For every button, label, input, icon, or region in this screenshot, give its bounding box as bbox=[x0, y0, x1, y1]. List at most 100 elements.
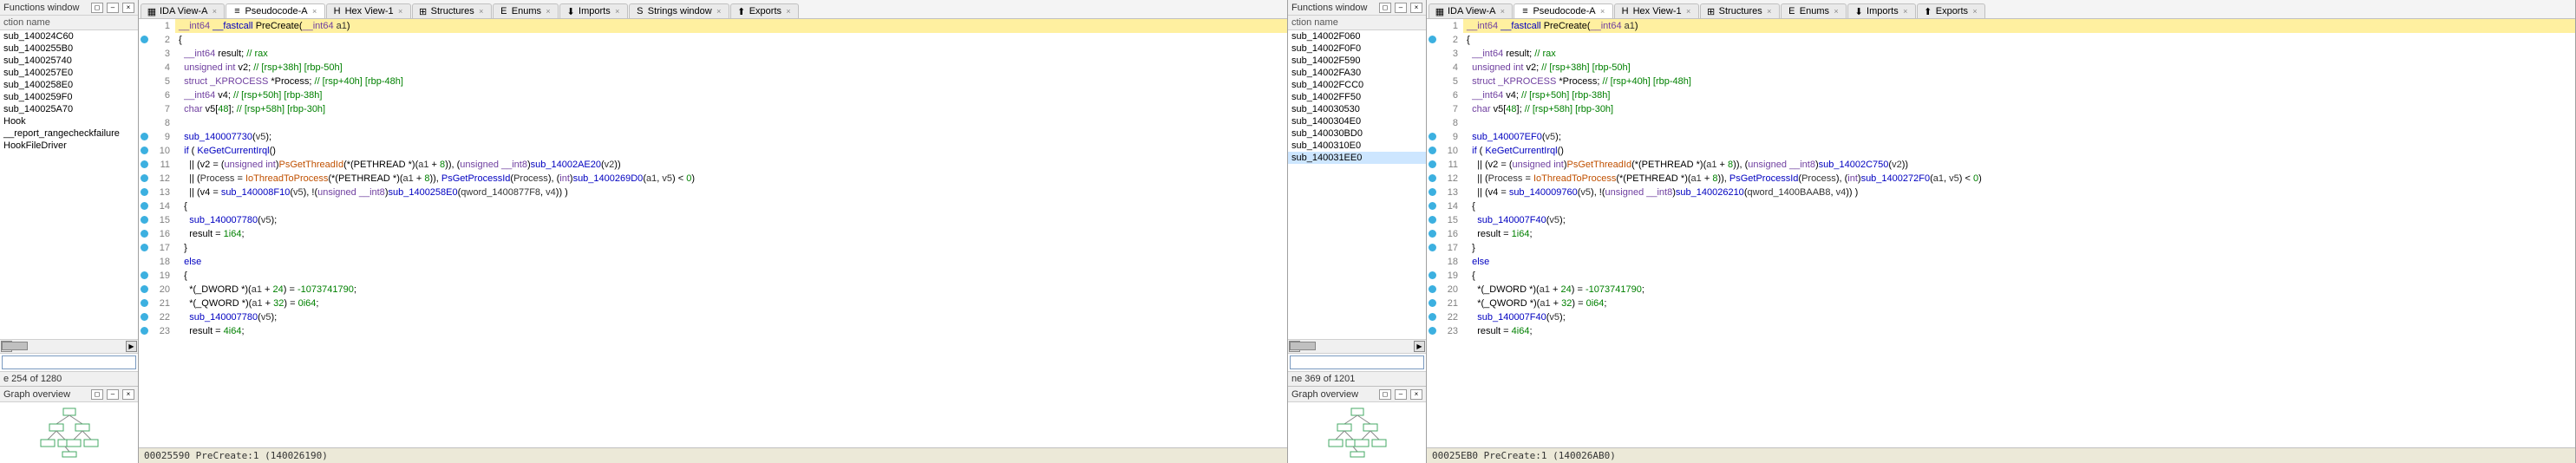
code-text[interactable]: sub_140007780(v5); bbox=[175, 213, 1287, 227]
gutter[interactable]: 12 bbox=[1427, 172, 1463, 186]
tab-close-icon[interactable]: × bbox=[613, 7, 622, 16]
function-row[interactable]: sub_1400257E0 bbox=[0, 67, 138, 79]
code-text[interactable]: result = 4i64; bbox=[1463, 324, 2575, 338]
gutter[interactable]: 19 bbox=[139, 269, 175, 283]
code-line[interactable]: 19 { bbox=[139, 269, 1287, 283]
gutter[interactable]: 10 bbox=[1427, 144, 1463, 158]
gutter[interactable]: 1 bbox=[139, 19, 175, 33]
code-text[interactable] bbox=[1463, 116, 2575, 130]
gutter[interactable]: 1 bbox=[1427, 19, 1463, 33]
gutter[interactable]: 23 bbox=[139, 324, 175, 338]
gutter[interactable]: 11 bbox=[1427, 158, 1463, 172]
function-row[interactable]: __report_rangecheckfailure bbox=[0, 127, 138, 140]
code-text[interactable]: sub_140007780(v5); bbox=[175, 310, 1287, 324]
scroll-thumb[interactable] bbox=[2, 342, 28, 350]
code-line[interactable]: 8 bbox=[139, 116, 1287, 130]
tab-close-icon[interactable]: × bbox=[1901, 7, 1910, 16]
tab-ida-view-a[interactable]: ▦IDA View-A× bbox=[141, 3, 225, 18]
code-line[interactable]: 11 || (v2 = (unsigned int)PsGetThreadId(… bbox=[139, 158, 1287, 172]
function-row[interactable]: sub_14002FA30 bbox=[1288, 67, 1426, 79]
gutter[interactable]: 7 bbox=[139, 102, 175, 116]
code-text[interactable]: || (Process = IoThreadToProcess(*(PETHRE… bbox=[1463, 172, 2575, 186]
breakpoint-icon[interactable] bbox=[141, 271, 148, 279]
code-line[interactable]: 13 || (v4 = sub_140008F10(v5), !(unsigne… bbox=[139, 186, 1287, 199]
code-text[interactable]: *(_QWORD *)(a1 + 32) = 0i64; bbox=[175, 297, 1287, 310]
code-line[interactable]: 21 *(_QWORD *)(a1 + 32) = 0i64; bbox=[139, 297, 1287, 310]
code-line[interactable]: 20 *(_DWORD *)(a1 + 24) = -1073741790; bbox=[1427, 283, 2575, 297]
code-text[interactable]: __int64 v4; // [rsp+50h] [rbp-38h] bbox=[1463, 88, 2575, 102]
code-line[interactable]: 19 { bbox=[1427, 269, 2575, 283]
function-list-header[interactable]: ction name bbox=[0, 16, 138, 30]
close-icon[interactable]: × bbox=[1410, 3, 1422, 13]
function-row[interactable]: sub_1400259F0 bbox=[0, 91, 138, 103]
function-row[interactable]: HookFileDriver bbox=[0, 140, 138, 152]
tab-strings-window[interactable]: SStrings window× bbox=[629, 3, 729, 18]
gutter[interactable]: 2 bbox=[139, 33, 175, 47]
tab-exports[interactable]: ⬆Exports× bbox=[1917, 3, 1985, 18]
function-row[interactable]: sub_140024C60 bbox=[0, 30, 138, 42]
tab-pseudocode-a[interactable]: ≡Pseudocode-A× bbox=[1514, 3, 1612, 18]
tab-structures[interactable]: ⊞Structures× bbox=[1700, 3, 1780, 18]
code-text[interactable]: sub_140007730(v5); bbox=[175, 130, 1287, 144]
breakpoint-icon[interactable] bbox=[1429, 36, 1436, 43]
code-line[interactable]: 10 if ( KeGetCurrentIrql() bbox=[1427, 144, 2575, 158]
function-row[interactable]: sub_1400258E0 bbox=[0, 79, 138, 91]
gutter[interactable]: 3 bbox=[1427, 47, 1463, 61]
gutter[interactable]: 12 bbox=[139, 172, 175, 186]
code-text[interactable]: if ( KeGetCurrentIrql() bbox=[175, 144, 1287, 158]
function-row[interactable]: sub_1400255B0 bbox=[0, 42, 138, 55]
gutter[interactable]: 14 bbox=[139, 199, 175, 213]
gutter[interactable]: 17 bbox=[139, 241, 175, 255]
code-text[interactable]: *(_DWORD *)(a1 + 24) = -1073741790; bbox=[175, 283, 1287, 297]
gutter[interactable]: 20 bbox=[1427, 283, 1463, 297]
code-text[interactable]: result = 4i64; bbox=[175, 324, 1287, 338]
code-line[interactable]: 6 __int64 v4; // [rsp+50h] [rbp-38h] bbox=[1427, 88, 2575, 102]
code-line[interactable]: 16 result = 1i64; bbox=[1427, 227, 2575, 241]
hscrollbar[interactable]: ◀ ▶ bbox=[0, 339, 138, 353]
code-line[interactable]: 2{ bbox=[1427, 33, 2575, 47]
function-search-input[interactable] bbox=[1290, 355, 1424, 369]
tab-exports[interactable]: ⬆Exports× bbox=[730, 3, 799, 18]
gutter[interactable]: 11 bbox=[139, 158, 175, 172]
gutter[interactable]: 19 bbox=[1427, 269, 1463, 283]
code-text[interactable]: { bbox=[175, 33, 1287, 47]
tab-close-icon[interactable]: × bbox=[311, 7, 319, 16]
code-text[interactable]: || (v2 = (unsigned int)PsGetThreadId(*(P… bbox=[175, 158, 1287, 172]
undock-icon[interactable]: ◻ bbox=[91, 389, 103, 400]
code-line[interactable]: 5 struct _KPROCESS *Process; // [rsp+40h… bbox=[139, 75, 1287, 88]
tab-strip[interactable]: ▦IDA View-A×≡Pseudocode-A×HHex View-1×⊞S… bbox=[1427, 0, 2575, 19]
code-line[interactable]: 3 __int64 result; // rax bbox=[139, 47, 1287, 61]
code-line[interactable]: 15 sub_140007F40(v5); bbox=[1427, 213, 2575, 227]
tab-close-icon[interactable]: × bbox=[1765, 7, 1774, 16]
gutter[interactable]: 6 bbox=[1427, 88, 1463, 102]
tab-close-icon[interactable]: × bbox=[210, 7, 219, 16]
gutter[interactable]: 15 bbox=[139, 213, 175, 227]
tab-structures[interactable]: ⊞Structures× bbox=[412, 3, 492, 18]
breakpoint-icon[interactable] bbox=[1429, 327, 1436, 335]
gutter[interactable]: 5 bbox=[139, 75, 175, 88]
function-list-header[interactable]: ction name bbox=[1288, 16, 1426, 30]
breakpoint-icon[interactable] bbox=[1429, 285, 1436, 293]
code-line[interactable]: 2{ bbox=[139, 33, 1287, 47]
code-text[interactable]: *(_QWORD *)(a1 + 32) = 0i64; bbox=[1463, 297, 2575, 310]
code-text[interactable]: || (v4 = sub_140009760(v5), !(unsigned _… bbox=[1463, 186, 2575, 199]
minimize-icon[interactable]: – bbox=[1395, 3, 1407, 13]
gutter[interactable]: 16 bbox=[139, 227, 175, 241]
code-text[interactable]: sub_140007EF0(v5); bbox=[1463, 130, 2575, 144]
gutter[interactable]: 13 bbox=[139, 186, 175, 199]
gutter[interactable]: 23 bbox=[1427, 324, 1463, 338]
minimize-icon[interactable]: – bbox=[107, 389, 119, 400]
hscrollbar[interactable]: ◀ ▶ bbox=[1288, 339, 1426, 353]
gutter[interactable]: 14 bbox=[1427, 199, 1463, 213]
code-text[interactable]: char v5[48]; // [rsp+58h] [rbp-30h] bbox=[175, 102, 1287, 116]
breakpoint-icon[interactable] bbox=[141, 230, 148, 238]
gutter[interactable]: 10 bbox=[139, 144, 175, 158]
code-text[interactable]: || (Process = IoThreadToProcess(*(PETHRE… bbox=[175, 172, 1287, 186]
undock-icon[interactable]: ◻ bbox=[1379, 3, 1391, 13]
minimize-icon[interactable]: – bbox=[107, 3, 119, 13]
breakpoint-icon[interactable] bbox=[141, 147, 148, 154]
breakpoint-icon[interactable] bbox=[141, 313, 148, 321]
code-line[interactable]: 17 } bbox=[139, 241, 1287, 255]
breakpoint-icon[interactable] bbox=[1429, 188, 1436, 196]
code-text[interactable]: __int64 __fastcall PreCreate(__int64 a1) bbox=[1463, 19, 2575, 33]
